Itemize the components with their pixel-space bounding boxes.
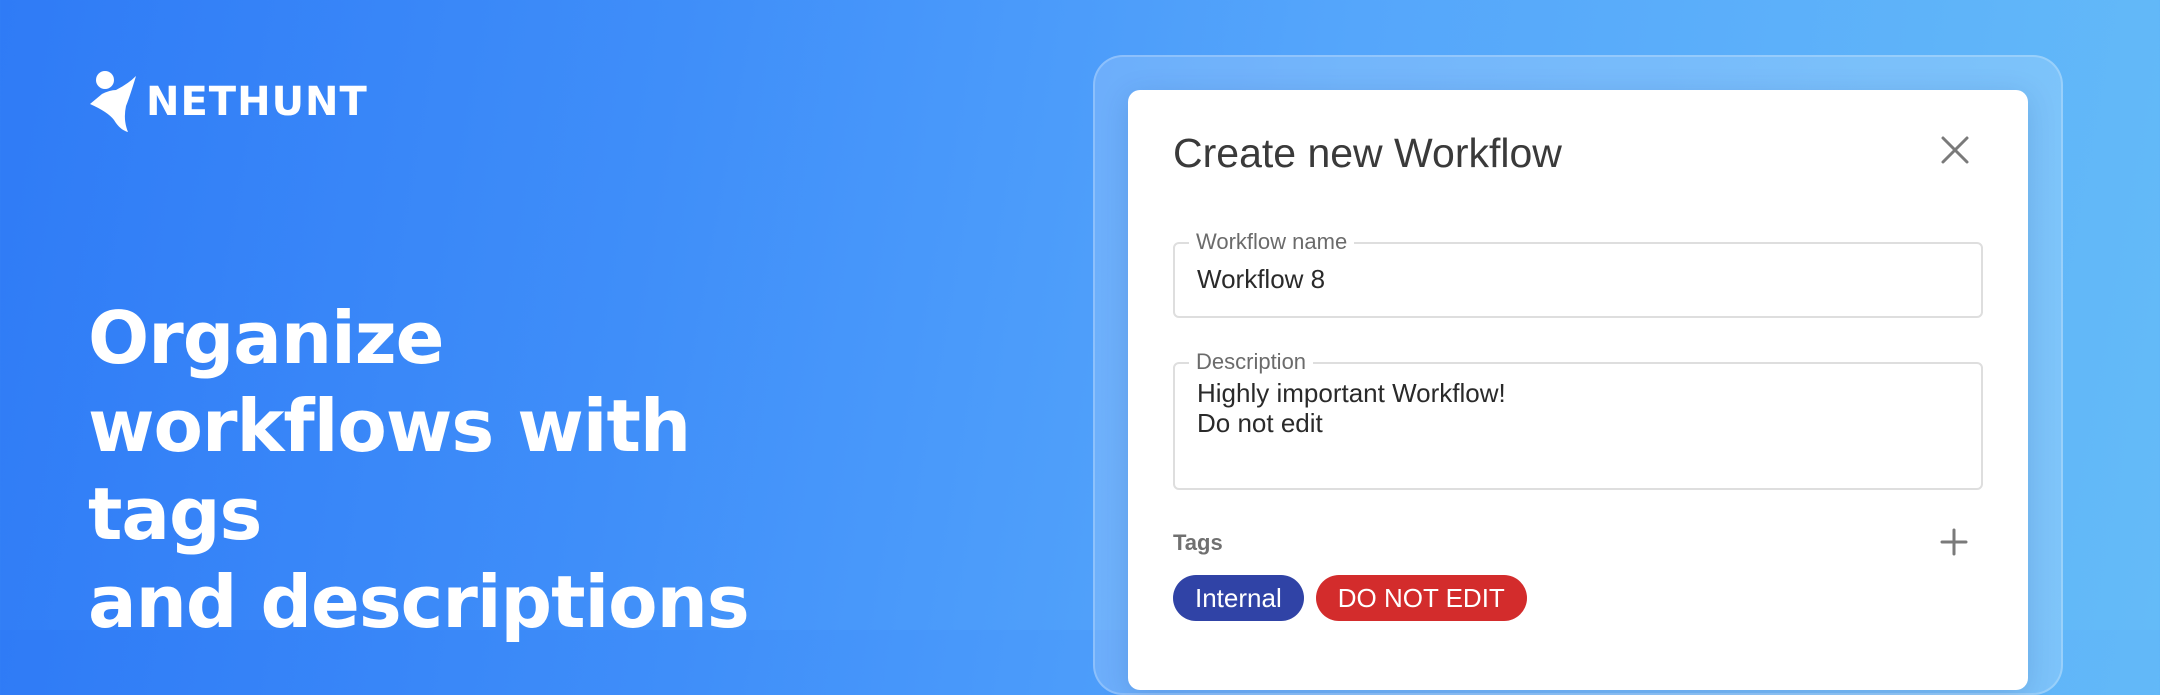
- close-icon: [1941, 136, 1969, 164]
- plus-icon: [1940, 528, 1968, 556]
- tag-list: Internal DO NOT EDIT: [1173, 575, 1527, 621]
- tag-internal[interactable]: Internal: [1173, 575, 1304, 621]
- brand-logo: NETHUNT: [90, 70, 368, 134]
- brand-name: NETHUNT: [146, 79, 368, 125]
- workflow-name-label: Workflow name: [1189, 228, 1355, 256]
- headline: Organize workflows with tags and descrip…: [88, 294, 848, 646]
- tags-label: Tags: [1173, 530, 1223, 555]
- close-button[interactable]: [1933, 128, 1977, 172]
- nethunt-logo-icon: [90, 71, 136, 132]
- dialog-title: Create new Workflow: [1173, 130, 1562, 176]
- headline-line-3: and descriptions: [88, 560, 750, 644]
- description-field: Description Highly important Workflow! D…: [1173, 348, 1983, 490]
- description-label: Description: [1189, 348, 1314, 376]
- headline-line-1: Organize: [88, 296, 445, 380]
- description-input[interactable]: Highly important Workflow! Do not edit: [1197, 378, 1959, 478]
- tag-do-not-edit[interactable]: DO NOT EDIT: [1315, 575, 1527, 621]
- workflow-name-field: Workflow name: [1173, 228, 1983, 318]
- headline-line-2: workflows with tags: [88, 384, 691, 556]
- workflow-name-input[interactable]: [1197, 264, 1959, 295]
- create-workflow-dialog: Create new Workflow Workflow name Descri…: [1128, 90, 2028, 690]
- add-tag-button[interactable]: [1934, 522, 1974, 562]
